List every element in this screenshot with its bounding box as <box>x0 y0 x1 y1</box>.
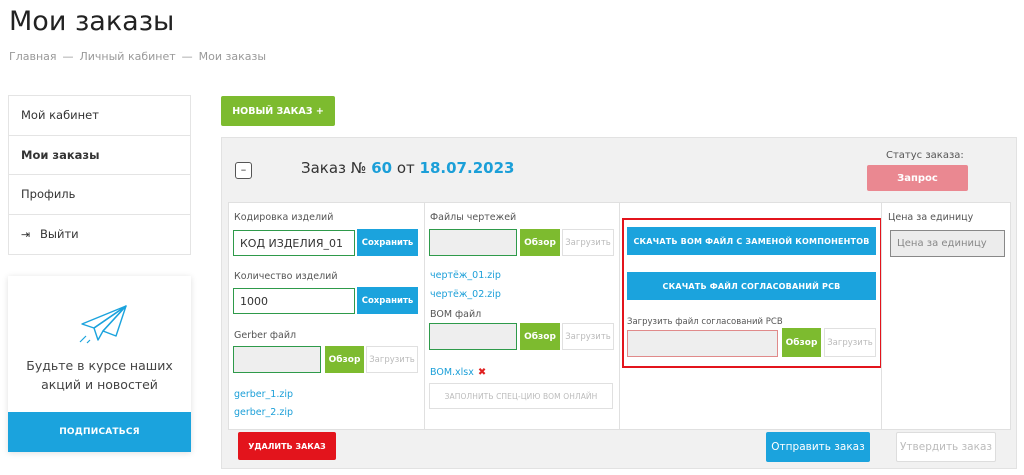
delete-order-button[interactable]: УДАЛИТЬ ЗАКАЗ <box>238 432 336 460</box>
breadcrumb-current: Мои заказы <box>198 50 267 63</box>
sidebar-item-label: Мои заказы <box>21 147 100 162</box>
order-title: Заказ № 60 от 18.07.2023 <box>301 159 515 177</box>
gerber-label: Gerber файл <box>234 330 297 341</box>
breadcrumb-separator: — <box>62 50 74 63</box>
sidebar-item-my-cabinet[interactable]: Мой кабинет <box>9 96 190 136</box>
download-pcb-button[interactable]: СКАЧАТЬ ФАЙЛ СОГЛАСОВАНИЙ PCB <box>627 272 876 300</box>
breadcrumb-separator: — <box>181 50 193 63</box>
sidebar-menu: Мой кабинет Мои заказы Профиль ⇥ Выйти <box>8 95 191 255</box>
breadcrumb-home[interactable]: Главная <box>9 50 57 63</box>
paper-plane-icon <box>79 305 127 344</box>
gerber-file-link[interactable]: gerber_2.zip <box>234 407 293 418</box>
promo-text: Будьте в курсе наших акций и новостей <box>26 358 173 392</box>
upload-pcb-label: Загрузить файл согласований PCB <box>627 317 783 327</box>
order-date: 18.07.2023 <box>419 159 515 177</box>
new-order-label: НОВЫЙ ЗАКАЗ <box>232 105 313 117</box>
code-input[interactable]: КОД ИЗДЕЛИЯ_01 <box>233 230 355 256</box>
drawings-browse-button[interactable]: Обзор <box>520 229 560 256</box>
plus-icon: + <box>315 105 324 117</box>
subscribe-button[interactable]: ПОДПИСАТЬСЯ <box>8 412 191 452</box>
drawings-label: Файлы чертежей <box>430 212 517 223</box>
pcb-upload-button[interactable]: Загрузить <box>824 328 876 357</box>
status-badge: Запрос <box>867 165 968 191</box>
save-code-button[interactable]: Сохранить <box>357 229 418 256</box>
gerber-upload-button[interactable]: Загрузить <box>366 346 418 373</box>
remove-icon[interactable]: ✖ <box>478 367 486 378</box>
price-label: Цена за единицу <box>888 212 974 223</box>
sidebar-item-my-orders[interactable]: Мои заказы <box>9 136 190 175</box>
bom-file-row: BOM.xlsx ✖ <box>430 367 486 378</box>
breadcrumb-account[interactable]: Личный кабинет <box>80 50 176 63</box>
drawing-file-link[interactable]: чертёж_02.zip <box>430 289 501 300</box>
pcb-browse-button[interactable]: Обзор <box>782 328 821 357</box>
price-input[interactable]: Цена за единицу <box>890 230 1005 257</box>
qty-input[interactable]: 1000 <box>233 288 355 314</box>
files-column: Файлы чертежей Обзор Загрузить чертёж_01… <box>424 202 620 430</box>
fill-bom-online-button[interactable]: ЗАПОЛНИТЬ СПЕЦ-ЦИЮ BOM ОНЛАЙН <box>429 383 613 409</box>
code-label: Кодировка изделий <box>234 212 334 223</box>
breadcrumb: Главная — Личный кабинет — Мои заказы <box>9 50 266 63</box>
sidebar-item-logout[interactable]: ⇥ Выйти <box>9 215 190 255</box>
sidebar-item-label: Мой кабинет <box>21 108 99 123</box>
sidebar-item-profile[interactable]: Профиль <box>9 175 190 215</box>
order-card: – Заказ № 60 от 18.07.2023 Статус заказа… <box>221 137 1017 469</box>
product-column: Кодировка изделий КОД ИЗДЕЛИЯ_01 Сохрани… <box>228 202 425 430</box>
status-label: Статус заказа: <box>886 150 964 161</box>
gerber-file-link[interactable]: gerber_1.zip <box>234 389 293 400</box>
sidebar-item-label: Профиль <box>21 187 76 202</box>
pcb-file-input[interactable] <box>627 330 778 357</box>
qty-label: Количество изделий <box>234 271 338 282</box>
bom-file-link[interactable]: BOM.xlsx <box>430 367 474 378</box>
confirm-order-button[interactable]: Утвердить заказ <box>896 432 996 462</box>
bom-file-input[interactable] <box>429 323 517 350</box>
price-column: Цена за единицу Цена за единицу <box>881 202 1011 430</box>
drawing-file-link[interactable]: чертёж_01.zip <box>430 270 501 281</box>
drawings-file-input[interactable] <box>429 229 517 256</box>
bom-browse-button[interactable]: Обзор <box>520 323 560 350</box>
order-number: 60 <box>371 159 393 177</box>
save-qty-button[interactable]: Сохранить <box>357 287 418 314</box>
bom-upload-button[interactable]: Загрузить <box>562 323 614 350</box>
collapse-button[interactable]: – <box>235 162 252 179</box>
new-order-button[interactable]: НОВЫЙ ЗАКАЗ + <box>221 96 335 126</box>
gerber-browse-button[interactable]: Обзор <box>325 346 364 373</box>
newsletter-promo: Будьте в курсе наших акций и новостей ПО… <box>8 276 191 452</box>
bom-label: BOM файл <box>430 309 482 320</box>
sidebar-item-label: Выйти <box>40 227 79 242</box>
send-order-button[interactable]: Отправить заказ <box>766 432 870 462</box>
highlight-frame: СКАЧАТЬ BOM ФАЙЛ С ЗАМЕНОЙ КОМПОНЕНТОВ С… <box>622 218 882 368</box>
gerber-file-input[interactable] <box>233 346 321 373</box>
logout-icon: ⇥ <box>21 227 31 241</box>
drawings-upload-button[interactable]: Загрузить <box>562 229 614 256</box>
download-bom-button[interactable]: СКАЧАТЬ BOM ФАЙЛ С ЗАМЕНОЙ КОМПОНЕНТОВ <box>627 227 876 255</box>
page-title: Мои заказы <box>9 6 175 37</box>
